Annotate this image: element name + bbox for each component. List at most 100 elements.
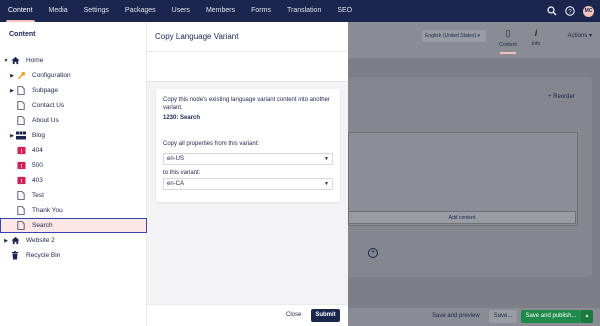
close-button[interactable]: Close — [286, 312, 301, 318]
tree-node-blog[interactable]: ▶ Blog — [0, 128, 147, 143]
tree-node-label: Thank You — [32, 207, 63, 214]
tree-node-label: 500 — [32, 162, 43, 169]
tree-node-recycle-bin[interactable]: Recycle Bin — [0, 248, 147, 263]
tree-node-label: Configuration — [32, 72, 71, 79]
section-seo[interactable]: SEO — [329, 0, 360, 22]
section-content[interactable]: Content — [0, 0, 41, 22]
editor-backdrop: English (United States) ▾ ▯ Content i In… — [348, 22, 600, 326]
caret-right-icon[interactable]: ▶ — [8, 88, 16, 94]
dialog-panel: Copy this node's existing language varia… — [156, 89, 340, 202]
tree-node-test[interactable]: Test — [0, 188, 147, 203]
svg-text:!: ! — [20, 179, 22, 185]
document-icon — [16, 206, 26, 216]
error-page-icon: ! — [16, 176, 26, 186]
app-label: Info — [531, 41, 541, 47]
tree-node-label: Contact Us — [32, 102, 65, 109]
node-label: 1230: Search — [163, 115, 201, 121]
error-page-icon: ! — [16, 161, 26, 171]
reorder-label: Reorder — [553, 94, 575, 100]
error-page-icon: ! — [16, 146, 26, 156]
tree-node-about-us[interactable]: About Us — [0, 113, 147, 128]
tree-node-label: About Us — [32, 117, 59, 124]
dialog-footer: Close Submit — [147, 304, 348, 326]
document-icon — [16, 86, 26, 96]
dialog-description: Copy this node's existing language varia… — [163, 97, 330, 111]
tree-node-label: Search — [32, 222, 53, 229]
caret-right-icon[interactable]: ▶ — [2, 238, 10, 244]
app-content[interactable]: ▯ Content — [496, 24, 520, 54]
reorder-button[interactable]: + Reorder — [548, 94, 575, 100]
section-packages[interactable]: Packages — [117, 0, 164, 22]
section-users[interactable]: Users — [164, 0, 198, 22]
trash-icon — [10, 251, 20, 261]
caret-right-icon[interactable]: ▶ — [8, 73, 16, 79]
caret-down-icon[interactable]: ▼ — [2, 58, 10, 64]
document-icon — [16, 191, 26, 201]
document-icon — [16, 101, 26, 111]
add-row-icon[interactable]: + — [368, 248, 378, 258]
caret-right-icon[interactable]: ▶ — [8, 133, 16, 139]
svg-text:!: ! — [20, 149, 22, 155]
tree-node-label: Home — [26, 57, 44, 64]
tree-node-configuration[interactable]: ▶ Configuration — [0, 68, 147, 83]
save-button[interactable]: Save... — [489, 310, 517, 323]
language-label: English (United States) — [425, 33, 477, 39]
help-icon[interactable]: ? — [565, 6, 575, 16]
language-selector[interactable]: English (United States) ▾ — [422, 30, 486, 42]
tree-node-home[interactable]: ▼ Home — [0, 53, 147, 68]
publish-options-icon[interactable]: ▲ — [581, 310, 593, 323]
tree-node-label: Test — [32, 192, 44, 199]
tree-node-404[interactable]: ! 404 — [0, 143, 147, 158]
section-media[interactable]: Media — [41, 0, 76, 22]
app-info[interactable]: i Info — [524, 24, 548, 54]
from-variant-label: Copy all properties from this variant: — [163, 141, 260, 147]
app-label: Content — [499, 42, 517, 48]
tree-node-thank-you[interactable]: Thank You — [0, 203, 147, 218]
tree-node-subpage[interactable]: ▶ Subpage — [0, 83, 147, 98]
chevron-down-icon: ▼ — [324, 181, 329, 187]
tree-node-label: Website 2 — [26, 237, 55, 244]
avatar[interactable]: MC — [583, 5, 594, 17]
add-content-button[interactable]: Add content — [348, 211, 576, 224]
search-icon[interactable] — [547, 6, 557, 16]
section-settings[interactable]: Settings — [76, 0, 117, 22]
section-translation[interactable]: Translation — [279, 0, 329, 22]
tree-node-label: Subpage — [32, 87, 59, 94]
section-members[interactable]: Members — [198, 0, 243, 22]
home-icon — [10, 56, 20, 66]
actions-button[interactable]: Actions ▾ — [568, 32, 592, 39]
topnav-tools: ? MC — [547, 0, 594, 22]
copy-language-variant-dialog: Copy Language Variant Copy this node's e… — [147, 22, 348, 326]
tree-node-label: 403 — [32, 177, 43, 184]
tree-node-search[interactable]: Search — [0, 218, 147, 233]
document-icon: ▯ — [505, 28, 511, 38]
dialog-subheader — [147, 52, 348, 82]
tree-title: Content — [9, 31, 36, 38]
save-and-preview-button[interactable]: Save and preview — [432, 313, 480, 319]
tree-node-label: Recycle Bin — [26, 252, 61, 259]
section-forms[interactable]: Forms — [243, 0, 279, 22]
tree-node-contact-us[interactable]: Contact Us — [0, 98, 147, 113]
from-variant-value: en-US — [167, 156, 185, 162]
chevron-down-icon: ▼ — [324, 156, 329, 162]
home-icon — [10, 236, 20, 246]
wrench-icon — [16, 71, 26, 81]
svg-text:!: ! — [20, 164, 22, 170]
submit-button[interactable]: Submit — [311, 309, 340, 322]
blog-icon — [16, 131, 26, 141]
dialog-header: Copy Language Variant — [147, 22, 348, 52]
tree-node-500[interactable]: ! 500 — [0, 158, 147, 173]
top-navigation: Content Media Settings Packages Users Me… — [0, 0, 600, 22]
tree-node-website-2[interactable]: ▶ Website 2 — [0, 233, 147, 248]
from-variant-select[interactable]: en-US ▼ — [163, 153, 333, 165]
content-tree: Content ▼ Home ▶ Configuration ▶ Subpage… — [0, 22, 147, 326]
tree-node-label: 404 — [32, 147, 43, 154]
to-variant-select[interactable]: en-CA ▼ — [163, 178, 333, 190]
info-icon: i — [534, 28, 538, 38]
document-icon — [16, 221, 26, 231]
to-variant-value: en-CA — [167, 181, 185, 187]
tree-node-403[interactable]: ! 403 — [0, 173, 147, 188]
save-and-publish-button[interactable]: Save and publish... — [521, 310, 581, 323]
tree-node-label: Blog — [32, 132, 46, 139]
dialog-title: Copy Language Variant — [155, 32, 239, 41]
